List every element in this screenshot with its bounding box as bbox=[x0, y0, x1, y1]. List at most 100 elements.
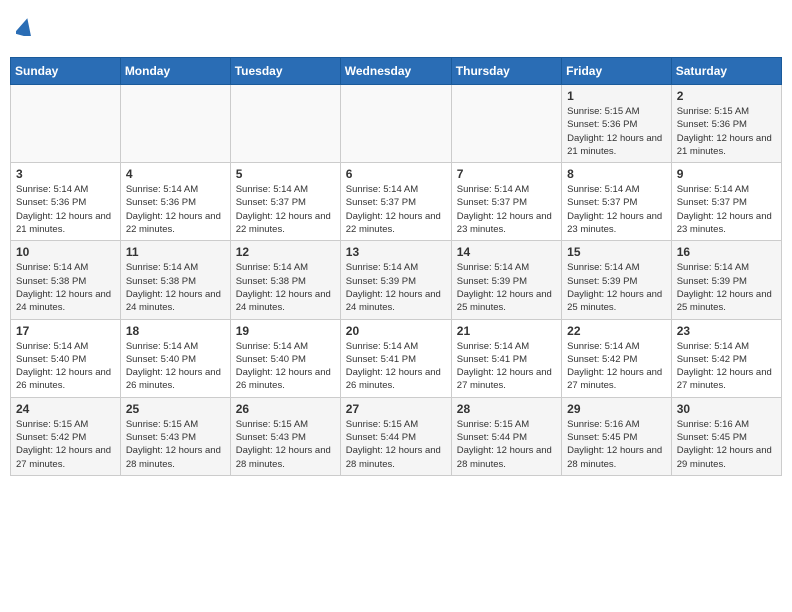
weekday-header-sunday: Sunday bbox=[11, 58, 121, 85]
week-row-2: 3 Sunrise: 5:14 AM Sunset: 5:36 PM Daylig… bbox=[11, 163, 782, 241]
calendar-cell: 24 Sunrise: 5:15 AM Sunset: 5:42 PM Dayli… bbox=[11, 397, 121, 475]
day-number: 15 bbox=[567, 245, 666, 259]
calendar-cell bbox=[230, 85, 340, 163]
calendar-cell: 22Sunrise: 5:14 AM Sunset: 5:42 PM Dayli… bbox=[562, 319, 672, 397]
calendar-cell: 12 Sunrise: 5:14 AM Sunset: 5:38 PM Dayli… bbox=[230, 241, 340, 319]
day-info: Sunrise: 5:14 AM Sunset: 5:40 PM Dayligh… bbox=[236, 340, 335, 393]
calendar-cell: 13 Sunrise: 5:14 AM Sunset: 5:39 PM Dayli… bbox=[340, 241, 451, 319]
day-number: 28 bbox=[457, 402, 556, 416]
day-info: Sunrise: 5:15 AM Sunset: 5:43 PM Dayligh… bbox=[126, 418, 225, 471]
calendar-cell: 20 Sunrise: 5:14 AM Sunset: 5:41 PM Dayli… bbox=[340, 319, 451, 397]
day-number: 8 bbox=[567, 167, 666, 181]
day-info: Sunrise: 5:14 AM Sunset: 5:37 PM Dayligh… bbox=[346, 183, 446, 236]
day-info: Sunrise: 5:14 AM Sunset: 5:42 PM Dayligh… bbox=[677, 340, 776, 393]
day-info: Sunrise: 5:14 AM Sunset: 5:37 PM Dayligh… bbox=[677, 183, 776, 236]
day-info: Sunrise: 5:14 AM Sunset: 5:36 PM Dayligh… bbox=[16, 183, 115, 236]
weekday-header-wednesday: Wednesday bbox=[340, 58, 451, 85]
calendar-cell: 5Sunrise: 5:14 AM Sunset: 5:37 PM Daylig… bbox=[230, 163, 340, 241]
calendar-cell: 21Sunrise: 5:14 AM Sunset: 5:41 PM Dayli… bbox=[451, 319, 561, 397]
calendar-cell: 29 Sunrise: 5:16 AM Sunset: 5:45 PM Dayli… bbox=[562, 397, 672, 475]
day-number: 27 bbox=[346, 402, 446, 416]
calendar-cell bbox=[11, 85, 121, 163]
day-number: 12 bbox=[236, 245, 335, 259]
day-number: 23 bbox=[677, 324, 776, 338]
calendar-cell: 4 Sunrise: 5:14 AM Sunset: 5:36 PM Daylig… bbox=[120, 163, 230, 241]
day-info: Sunrise: 5:14 AM Sunset: 5:39 PM Dayligh… bbox=[346, 261, 446, 314]
day-info: Sunrise: 5:14 AM Sunset: 5:37 PM Dayligh… bbox=[457, 183, 556, 236]
logo-icon bbox=[16, 18, 34, 36]
calendar-cell: 18Sunrise: 5:14 AM Sunset: 5:40 PM Dayli… bbox=[120, 319, 230, 397]
calendar-cell: 23 Sunrise: 5:14 AM Sunset: 5:42 PM Dayli… bbox=[671, 319, 781, 397]
day-number: 21 bbox=[457, 324, 556, 338]
calendar-cell: 6 Sunrise: 5:14 AM Sunset: 5:37 PM Daylig… bbox=[340, 163, 451, 241]
calendar-cell: 11 Sunrise: 5:14 AM Sunset: 5:38 PM Dayli… bbox=[120, 241, 230, 319]
day-number: 18 bbox=[126, 324, 225, 338]
day-info: Sunrise: 5:14 AM Sunset: 5:36 PM Dayligh… bbox=[126, 183, 225, 236]
calendar-cell: 27 Sunrise: 5:15 AM Sunset: 5:44 PM Dayli… bbox=[340, 397, 451, 475]
week-row-5: 24 Sunrise: 5:15 AM Sunset: 5:42 PM Dayli… bbox=[11, 397, 782, 475]
day-number: 6 bbox=[346, 167, 446, 181]
calendar-cell: 30 Sunrise: 5:16 AM Sunset: 5:45 PM Dayli… bbox=[671, 397, 781, 475]
calendar-cell: 3 Sunrise: 5:14 AM Sunset: 5:36 PM Daylig… bbox=[11, 163, 121, 241]
day-number: 14 bbox=[457, 245, 556, 259]
day-number: 3 bbox=[16, 167, 115, 181]
calendar-cell bbox=[451, 85, 561, 163]
calendar-cell bbox=[340, 85, 451, 163]
day-number: 11 bbox=[126, 245, 225, 259]
day-number: 1 bbox=[567, 89, 666, 103]
week-row-1: 1 Sunrise: 5:15 AM Sunset: 5:36 PM Daylig… bbox=[11, 85, 782, 163]
day-number: 4 bbox=[126, 167, 225, 181]
day-info: Sunrise: 5:15 AM Sunset: 5:42 PM Dayligh… bbox=[16, 418, 115, 471]
day-info: Sunrise: 5:16 AM Sunset: 5:45 PM Dayligh… bbox=[567, 418, 666, 471]
calendar-cell: 10 Sunrise: 5:14 AM Sunset: 5:38 PM Dayli… bbox=[11, 241, 121, 319]
calendar-cell: 9 Sunrise: 5:14 AM Sunset: 5:37 PM Daylig… bbox=[671, 163, 781, 241]
weekday-header-tuesday: Tuesday bbox=[230, 58, 340, 85]
day-number: 7 bbox=[457, 167, 556, 181]
weekday-header-saturday: Saturday bbox=[671, 58, 781, 85]
day-info: Sunrise: 5:14 AM Sunset: 5:41 PM Dayligh… bbox=[346, 340, 446, 393]
day-info: Sunrise: 5:14 AM Sunset: 5:37 PM Dayligh… bbox=[236, 183, 335, 236]
calendar-cell: 16 Sunrise: 5:14 AM Sunset: 5:39 PM Dayli… bbox=[671, 241, 781, 319]
day-info: Sunrise: 5:15 AM Sunset: 5:44 PM Dayligh… bbox=[346, 418, 446, 471]
day-info: Sunrise: 5:14 AM Sunset: 5:38 PM Dayligh… bbox=[126, 261, 225, 314]
day-number: 10 bbox=[16, 245, 115, 259]
day-info: Sunrise: 5:14 AM Sunset: 5:42 PM Dayligh… bbox=[567, 340, 666, 393]
page-header bbox=[10, 10, 782, 49]
logo bbox=[14, 18, 34, 41]
week-row-3: 10 Sunrise: 5:14 AM Sunset: 5:38 PM Dayli… bbox=[11, 241, 782, 319]
day-number: 29 bbox=[567, 402, 666, 416]
day-number: 2 bbox=[677, 89, 776, 103]
calendar-cell: 26 Sunrise: 5:15 AM Sunset: 5:43 PM Dayli… bbox=[230, 397, 340, 475]
day-info: Sunrise: 5:14 AM Sunset: 5:39 PM Dayligh… bbox=[677, 261, 776, 314]
day-number: 26 bbox=[236, 402, 335, 416]
calendar-cell bbox=[120, 85, 230, 163]
day-number: 9 bbox=[677, 167, 776, 181]
calendar-cell: 7 Sunrise: 5:14 AM Sunset: 5:37 PM Daylig… bbox=[451, 163, 561, 241]
calendar-table: SundayMondayTuesdayWednesdayThursdayFrid… bbox=[10, 57, 782, 476]
day-info: Sunrise: 5:14 AM Sunset: 5:38 PM Dayligh… bbox=[16, 261, 115, 314]
day-number: 24 bbox=[16, 402, 115, 416]
calendar-header: SundayMondayTuesdayWednesdayThursdayFrid… bbox=[11, 58, 782, 85]
calendar-cell: 1 Sunrise: 5:15 AM Sunset: 5:36 PM Daylig… bbox=[562, 85, 672, 163]
week-row-4: 17Sunrise: 5:14 AM Sunset: 5:40 PM Dayli… bbox=[11, 319, 782, 397]
calendar-body: 1 Sunrise: 5:15 AM Sunset: 5:36 PM Daylig… bbox=[11, 85, 782, 476]
calendar-cell: 19Sunrise: 5:14 AM Sunset: 5:40 PM Dayli… bbox=[230, 319, 340, 397]
day-info: Sunrise: 5:15 AM Sunset: 5:44 PM Dayligh… bbox=[457, 418, 556, 471]
day-info: Sunrise: 5:15 AM Sunset: 5:36 PM Dayligh… bbox=[567, 105, 666, 158]
day-info: Sunrise: 5:14 AM Sunset: 5:40 PM Dayligh… bbox=[16, 340, 115, 393]
weekday-header-monday: Monday bbox=[120, 58, 230, 85]
day-number: 13 bbox=[346, 245, 446, 259]
day-number: 20 bbox=[346, 324, 446, 338]
calendar-header-row: SundayMondayTuesdayWednesdayThursdayFrid… bbox=[11, 58, 782, 85]
day-info: Sunrise: 5:16 AM Sunset: 5:45 PM Dayligh… bbox=[677, 418, 776, 471]
day-number: 30 bbox=[677, 402, 776, 416]
calendar-cell: 2 Sunrise: 5:15 AM Sunset: 5:36 PM Daylig… bbox=[671, 85, 781, 163]
weekday-header-thursday: Thursday bbox=[451, 58, 561, 85]
day-info: Sunrise: 5:14 AM Sunset: 5:38 PM Dayligh… bbox=[236, 261, 335, 314]
calendar-cell: 25Sunrise: 5:15 AM Sunset: 5:43 PM Dayli… bbox=[120, 397, 230, 475]
day-info: Sunrise: 5:15 AM Sunset: 5:43 PM Dayligh… bbox=[236, 418, 335, 471]
day-number: 16 bbox=[677, 245, 776, 259]
calendar-cell: 28 Sunrise: 5:15 AM Sunset: 5:44 PM Dayli… bbox=[451, 397, 561, 475]
day-info: Sunrise: 5:15 AM Sunset: 5:36 PM Dayligh… bbox=[677, 105, 776, 158]
day-info: Sunrise: 5:14 AM Sunset: 5:39 PM Dayligh… bbox=[457, 261, 556, 314]
